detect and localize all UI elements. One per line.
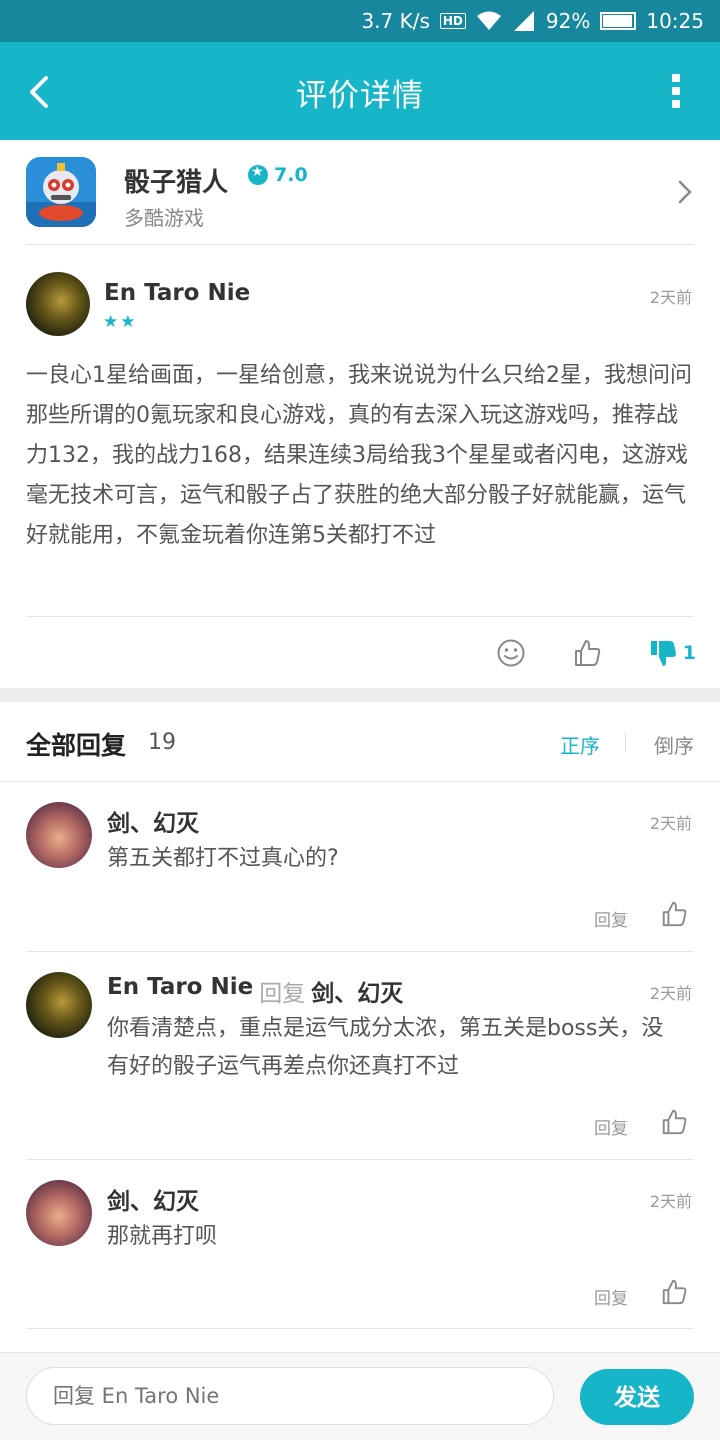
reply-time: 2天前 — [649, 1192, 692, 1211]
reply-author-name[interactable]: 剑、幻灭 — [107, 1182, 199, 1216]
reply-author-name[interactable]: En Taro Nie — [107, 974, 253, 1008]
wifi-icon — [476, 11, 501, 30]
reply-author-avatar[interactable] — [26, 1180, 92, 1246]
review-time: 2天前 — [649, 288, 692, 307]
review-author-name[interactable]: En Taro Nie — [104, 280, 250, 306]
reply-item: En Taro Nie 回复 剑、幻灭 2天前 你看清楚点，重点是运气成分太浓，… — [0, 952, 720, 1160]
thumbs-up-icon[interactable] — [572, 638, 602, 668]
game-app-icon — [26, 157, 96, 227]
sort-divider — [625, 732, 626, 752]
reply-button[interactable]: 回复 — [594, 1284, 628, 1309]
thumbs-up-icon[interactable] — [660, 1278, 688, 1306]
divider — [26, 244, 694, 245]
game-score-value: 7.0 — [274, 164, 308, 186]
reply-target-name[interactable]: 剑、幻灭 — [311, 974, 403, 1008]
reply-button[interactable]: 回复 — [594, 906, 628, 931]
battery-percent: 92% — [545, 9, 591, 33]
divider — [26, 1328, 694, 1329]
review-actions: 1 — [0, 632, 720, 680]
game-developer: 多酷游戏 — [124, 206, 204, 230]
dislike-count: 1 — [682, 642, 696, 664]
thumbs-down-icon[interactable] — [648, 638, 678, 668]
hd-badge: HD — [439, 13, 466, 29]
send-button[interactable]: 发送 — [580, 1369, 694, 1425]
emoji-react-icon[interactable] — [496, 638, 526, 668]
review-body: 一良心1星给画面，一星给创意，我来说说为什么只给2星，我想问问那些所谓的0氪玩家… — [26, 363, 692, 548]
network-speed: 3.7 K/s — [361, 9, 430, 33]
section-separator — [0, 688, 720, 702]
reply-author-line: 剑、幻灭 — [107, 804, 199, 838]
status-bar: 3.7 K/s HD 92% 10:25 — [0, 0, 720, 42]
page-title: 评价详情 — [296, 78, 424, 114]
reply-text: 你看清楚点，重点是运气成分太浓，第五关是boss关，没有好的骰子运气再差点你还真… — [107, 1016, 664, 1079]
reply-to-label: 回复 — [259, 981, 306, 1007]
game-card[interactable]: 骰子猎人 7.0 多酷游戏 — [0, 140, 720, 244]
reply-item: 剑、幻灭 2天前 那就再打呗 回复 — [0, 1160, 720, 1330]
sort-descending-button[interactable]: 倒序 — [654, 730, 694, 759]
reply-author-name[interactable]: 剑、幻灭 — [107, 804, 199, 838]
reply-item: 剑、幻灭 2天前 第五关都打不过真心的? 回复 — [0, 782, 720, 952]
chevron-right-icon[interactable] — [678, 180, 692, 204]
app-bar: 评价详情 — [0, 42, 720, 140]
score-star-icon — [248, 164, 268, 185]
reply-button[interactable]: 回复 — [594, 1114, 628, 1139]
game-name: 骰子猎人 — [124, 168, 229, 198]
reply-input[interactable] — [26, 1367, 554, 1425]
divider — [26, 616, 694, 617]
signal-icon — [513, 11, 534, 31]
reply-text: 第五关都打不过真心的? — [107, 846, 339, 871]
reply-time: 2天前 — [649, 814, 692, 833]
review-author-avatar[interactable] — [26, 272, 90, 336]
reply-author-line: En Taro Nie 回复 剑、幻灭 — [107, 974, 403, 1008]
reply-author-avatar[interactable] — [26, 972, 92, 1038]
clock: 10:25 — [646, 9, 704, 33]
thumbs-up-icon[interactable] — [660, 900, 688, 928]
reply-time: 2天前 — [649, 984, 692, 1003]
review-rating-stars: ★★ — [103, 312, 138, 332]
reply-composer: 发送 — [0, 1352, 720, 1440]
reply-author-line: 剑、幻灭 — [107, 1182, 199, 1216]
replies-count: 19 — [148, 730, 176, 755]
game-score: 7.0 — [248, 164, 308, 186]
battery-icon — [600, 12, 637, 30]
replies-title: 全部回复 — [26, 731, 127, 760]
thumbs-up-icon[interactable] — [660, 1108, 688, 1136]
more-menu-icon[interactable] — [672, 74, 682, 108]
reply-author-avatar[interactable] — [26, 802, 92, 868]
sort-ascending-button[interactable]: 正序 — [560, 730, 600, 759]
replies-header: 全部回复 19 正序 倒序 — [0, 702, 720, 782]
reply-text: 那就再打呗 — [107, 1224, 218, 1249]
